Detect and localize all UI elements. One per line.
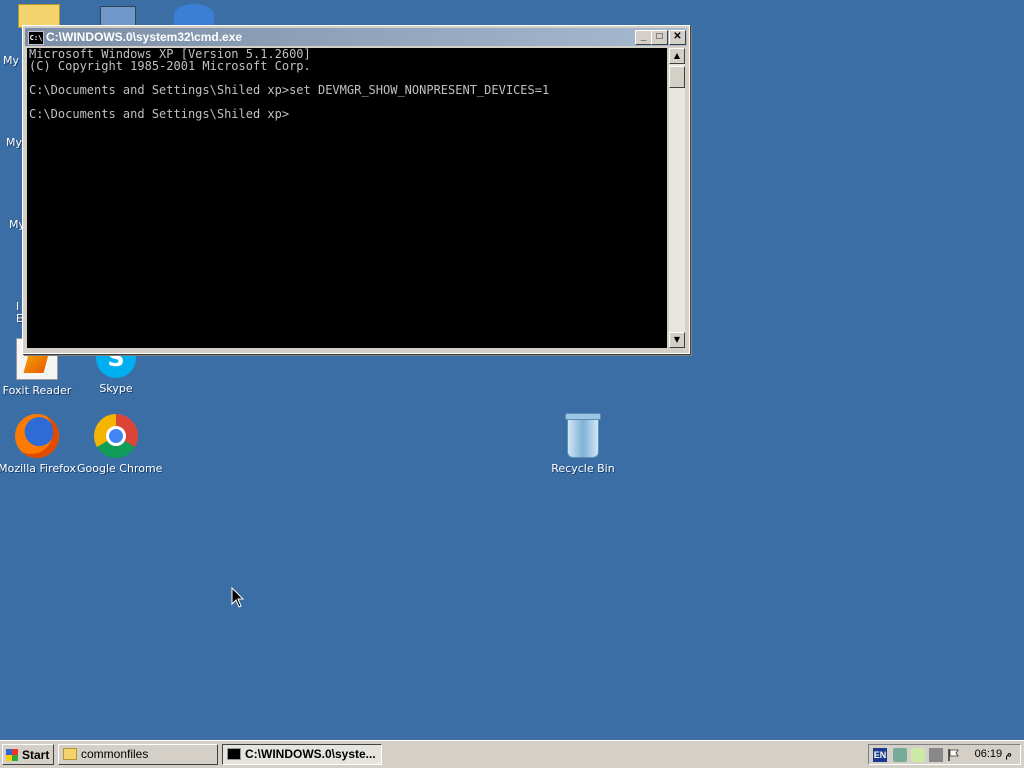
chrome-icon [94, 414, 138, 458]
flag-icon[interactable] [947, 748, 961, 762]
desktop-icon-label: Skype [99, 382, 133, 395]
desktop-icon-label: Mozilla Firefox [0, 462, 76, 475]
taskbar: Start commonfiles C:\WINDOWS.0\syste... … [0, 740, 1024, 768]
minimize-button[interactable]: _ [635, 30, 652, 45]
window-title: C:\WINDOWS.0\system32\cmd.exe [46, 30, 243, 44]
firefox-icon [15, 414, 59, 458]
cmd-window[interactable]: C:\ C:\WINDOWS.0\system32\cmd.exe _ □ ✕ … [22, 25, 690, 354]
internet-icon[interactable] [174, 4, 214, 26]
language-indicator[interactable]: EN [873, 748, 887, 762]
windows-logo-icon [6, 749, 18, 761]
close-button[interactable]: ✕ [669, 30, 686, 45]
partial-label-my-computer[interactable]: My [6, 136, 22, 149]
desktop-icon-label: Recycle Bin [551, 462, 615, 475]
maximize-button[interactable]: □ [651, 30, 668, 45]
console-prompt-line: C:\Documents and Settings\Shiled xp> [29, 107, 290, 121]
desktop-icon-recycle-bin[interactable]: Recycle Bin [544, 412, 622, 475]
cmd-icon [227, 748, 241, 760]
desktop-icon-label: Foxit Reader [2, 384, 72, 397]
folder-icon [63, 748, 77, 760]
console-output[interactable]: Microsoft Windows XP [Version 5.1.2600] … [27, 48, 667, 348]
security-shield-icon[interactable] [911, 748, 925, 762]
clock[interactable]: 06:19 م [975, 745, 1012, 764]
taskbar-item-label: commonfiles [81, 747, 149, 761]
taskbar-item-commonfiles[interactable]: commonfiles [58, 744, 218, 765]
network-status-icon[interactable] [893, 748, 907, 762]
system-tray: EN 06:19 م [868, 744, 1021, 765]
scroll-thumb[interactable] [669, 66, 685, 88]
taskbar-item-cmd[interactable]: C:\WINDOWS.0\syste... [222, 744, 382, 765]
scroll-down-button[interactable]: ▼ [669, 332, 685, 348]
mouse-cursor-icon [231, 587, 245, 608]
console-line: (C) Copyright 1985-2001 Microsoft Corp. [29, 59, 311, 73]
console-line: C:\Documents and Settings\Shiled xp>set … [29, 83, 550, 97]
scroll-up-button[interactable]: ▲ [669, 48, 685, 64]
desktop-icon-firefox[interactable]: Mozilla Firefox [0, 412, 76, 475]
antivirus-icon[interactable] [929, 748, 943, 762]
start-button[interactable]: Start [2, 744, 54, 765]
start-label: Start [22, 748, 50, 762]
desktop-icon-label: Google Chrome [77, 462, 163, 475]
taskbar-item-label: C:\WINDOWS.0\syste... [245, 747, 376, 761]
recycle-bin-icon [565, 413, 601, 458]
vertical-scrollbar[interactable]: ▲ ▼ [669, 48, 685, 348]
desktop-icon-chrome[interactable]: Google Chrome [77, 412, 163, 475]
cmd-icon[interactable]: C:\ [28, 31, 44, 45]
window-titlebar[interactable]: C:\ C:\WINDOWS.0\system32\cmd.exe _ □ ✕ [25, 28, 687, 46]
